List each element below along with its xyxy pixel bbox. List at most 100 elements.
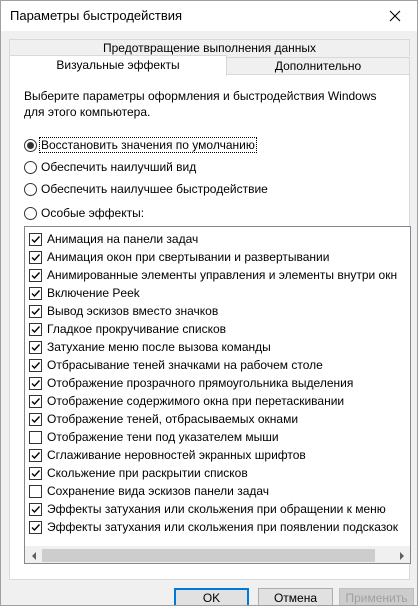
scroll-left-button[interactable] (25, 547, 42, 563)
effect-item[interactable]: Сохранение вида эскизов панели задач (29, 482, 269, 500)
effect-checkbox[interactable] (29, 322, 42, 336)
effect-label: Анимация окон при свертывании и разверты… (47, 250, 330, 264)
close-button[interactable] (373, 1, 417, 31)
effect-checkbox[interactable] (29, 502, 42, 516)
effect-checkbox[interactable] (29, 412, 42, 426)
checkmark-icon (31, 415, 41, 423)
checkmark-icon (31, 289, 41, 297)
effects-list: Анимация на панели задач Анимация окон пр… (25, 227, 410, 549)
tab-advanced[interactable]: Дополнительно (227, 57, 410, 75)
tab-data-execution-prevention[interactable]: Предотвращение выполнения данных (9, 39, 410, 56)
effect-label: Отбрасывание теней значками на рабочем с… (47, 358, 323, 372)
checkmark-icon (31, 379, 41, 387)
effect-item[interactable]: Отображение теней, отбрасываемых окнами (29, 410, 298, 428)
effect-item[interactable]: Вывод эскизов вместо значков (29, 302, 218, 320)
effect-checkbox[interactable] (29, 448, 42, 462)
checkmark-icon (31, 235, 41, 243)
radio-label: Особые эффекты: (41, 206, 145, 220)
effect-checkbox[interactable] (29, 250, 42, 264)
checkmark-icon (31, 361, 41, 369)
checkmark-icon (31, 343, 41, 351)
effect-label: Отображение теней, отбрасываемых окнами (47, 412, 299, 426)
radio-label: Обеспечить наилучший вид (41, 160, 197, 174)
effect-checkbox[interactable] (29, 232, 42, 246)
checkmark-icon (31, 451, 41, 459)
effect-item[interactable]: Отбрасывание теней значками на рабочем с… (29, 356, 323, 374)
checkmark-icon (31, 325, 41, 333)
effect-item[interactable]: Отображение прозрачного прямоугольника в… (29, 374, 353, 392)
effect-label: Скольжение при раскрытии списков (47, 466, 248, 480)
window-title: Параметры быстродействия (10, 8, 183, 23)
effect-checkbox[interactable] (29, 340, 42, 354)
checkmark-icon (31, 505, 41, 513)
radio-button[interactable] (24, 138, 37, 152)
effect-label: Отображение тени под указателем мыши (47, 430, 279, 444)
chevron-left-icon (31, 551, 36, 560)
effect-label: Затухание меню после вызова команды (47, 340, 271, 354)
effect-item[interactable]: Эффекты затухания или скольжения при поя… (29, 518, 398, 536)
effect-label: Анимированные элементы управления и элем… (47, 268, 398, 282)
radio-custom[interactable]: Особые эффекты: (24, 205, 145, 221)
title-bar: Параметры быстродействия (1, 1, 417, 31)
checkmark-icon (31, 307, 41, 315)
effect-item[interactable]: Отображение тени под указателем мыши (29, 428, 279, 446)
cancel-button[interactable]: Отмена (258, 588, 333, 605)
radio-best-performance[interactable]: Обеспечить наилучшее быстродействие (24, 181, 269, 197)
checkmark-icon (31, 271, 41, 279)
effect-item[interactable]: Отображение содержимого окна при перетас… (29, 392, 344, 410)
checkmark-icon (31, 397, 41, 405)
effect-checkbox[interactable] (29, 466, 42, 480)
effect-checkbox[interactable] (29, 484, 42, 498)
effect-checkbox[interactable] (29, 304, 42, 318)
effect-item[interactable]: Анимация окон при свертывании и разверты… (29, 248, 329, 266)
effect-checkbox[interactable] (29, 268, 42, 282)
effect-label: Отображение прозрачного прямоугольника в… (47, 376, 354, 390)
radio-label: Обеспечить наилучшее быстродействие (41, 182, 268, 196)
scroll-thumb[interactable] (42, 549, 375, 562)
effect-item[interactable]: Затухание меню после вызова команды (29, 338, 271, 356)
ok-button[interactable]: OK (174, 588, 249, 605)
effect-label: Эффекты затухания или скольжения при поя… (47, 520, 399, 534)
effect-label: Эффекты затухания или скольжения при обр… (47, 502, 386, 516)
effect-label: Анимация на панели задач (47, 232, 199, 246)
chevron-right-icon (399, 551, 404, 560)
radio-button[interactable] (24, 206, 37, 220)
effect-item[interactable]: Гладкое прокручивание списков (29, 320, 226, 338)
effect-item[interactable]: Анимация на панели задач (29, 230, 198, 248)
tab-visual-effects[interactable]: Визуальные эффекты (9, 55, 227, 76)
radio-restore-defaults[interactable]: Восстановить значения по умолчанию (24, 137, 257, 153)
effect-item[interactable]: Включение Peek (29, 284, 140, 302)
effect-checkbox[interactable] (29, 520, 42, 534)
effect-label: Сглаживание неровностей экранных шрифтов (47, 448, 306, 462)
effect-checkbox[interactable] (29, 394, 42, 408)
checkmark-icon (31, 469, 41, 477)
visual-effects-panel: Выберите параметры оформления и быстроде… (9, 74, 411, 580)
effect-checkbox[interactable] (29, 430, 42, 444)
effect-item[interactable]: Эффекты затухания или скольжения при обр… (29, 500, 386, 518)
checkmark-icon (31, 253, 41, 261)
effect-item[interactable]: Сглаживание неровностей экранных шрифтов (29, 446, 306, 464)
performance-options-window: Параметры быстродействия Предотвращение … (0, 0, 418, 606)
effect-label: Отображение содержимого окна при перетас… (47, 394, 345, 408)
effect-label: Гладкое прокручивание списков (47, 322, 227, 336)
close-icon (389, 10, 401, 22)
effects-listbox[interactable]: Анимация на панели задач Анимация окон пр… (24, 226, 411, 564)
effect-label: Включение Peek (47, 286, 140, 300)
radio-best-appearance[interactable]: Обеспечить наилучший вид (24, 159, 197, 175)
effect-item[interactable]: Анимированные элементы управления и элем… (29, 266, 397, 284)
horizontal-scrollbar[interactable] (25, 546, 410, 563)
apply-button[interactable]: Применить (339, 588, 414, 605)
effect-item[interactable]: Скольжение при раскрытии списков (29, 464, 248, 482)
radio-button[interactable] (24, 160, 37, 174)
radio-button[interactable] (24, 182, 37, 196)
effect-checkbox[interactable] (29, 376, 42, 390)
effect-checkbox[interactable] (29, 358, 42, 372)
effect-label: Сохранение вида эскизов панели задач (47, 484, 270, 498)
effect-checkbox[interactable] (29, 286, 42, 300)
intro-text: Выберите параметры оформления и быстроде… (24, 89, 377, 119)
effect-label: Вывод эскизов вместо значков (47, 304, 219, 318)
radio-label: Восстановить значения по умолчанию (39, 137, 257, 153)
dialog-buttons: OK Отмена Применить (1, 588, 417, 605)
scroll-right-button[interactable] (393, 547, 410, 563)
checkmark-icon (31, 523, 41, 531)
